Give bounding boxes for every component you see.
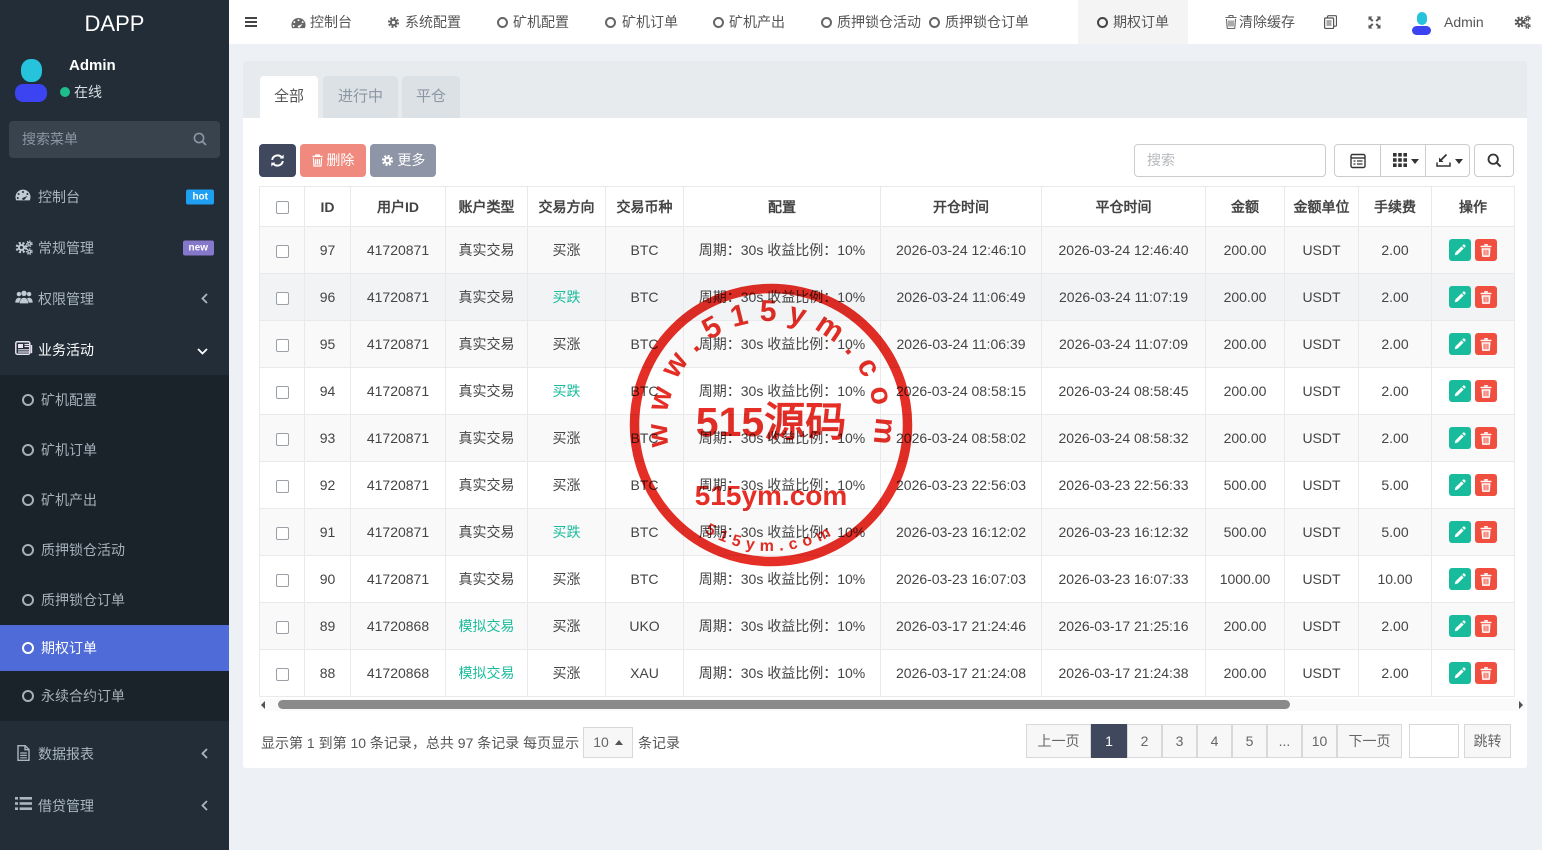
svg-text:515ym.com: 515ym.com <box>695 480 848 511</box>
svg-text:515源码: 515源码 <box>696 399 846 445</box>
